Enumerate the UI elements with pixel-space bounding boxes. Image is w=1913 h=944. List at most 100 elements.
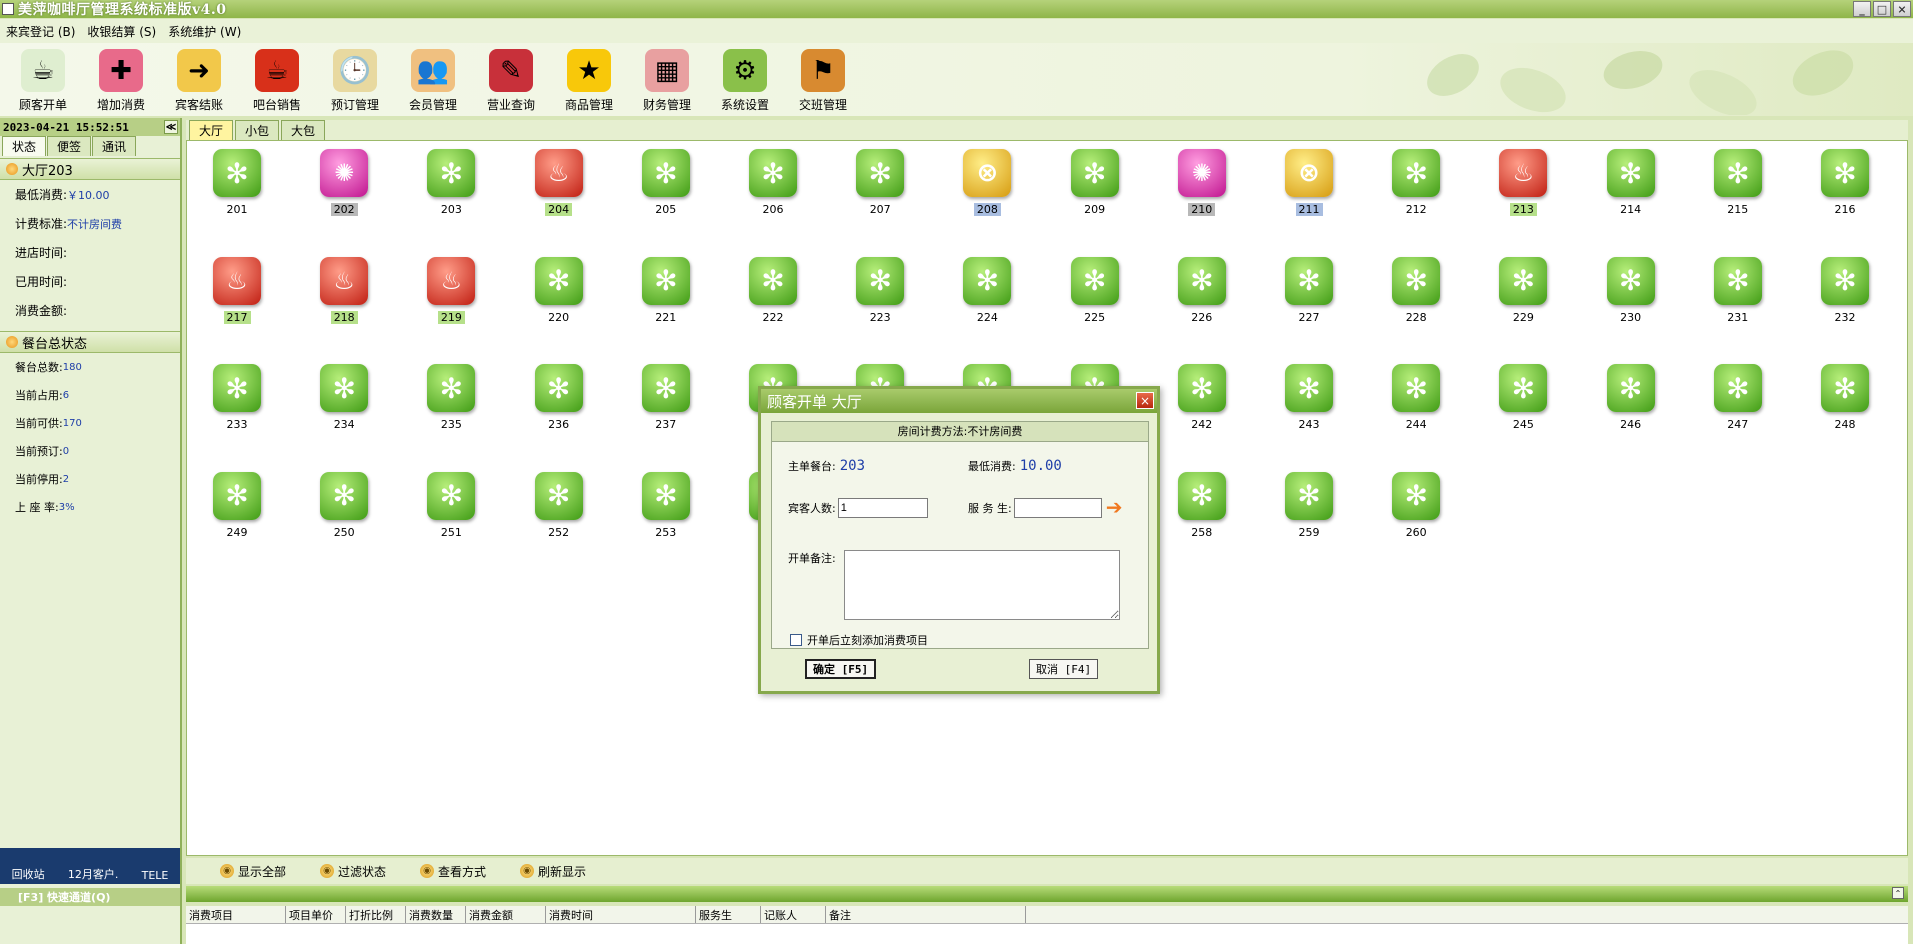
- dialog-close-button[interactable]: ×: [1136, 392, 1154, 409]
- dining-table[interactable]: ♨ 217: [197, 256, 277, 352]
- add-items-checkbox-row[interactable]: 开单后立刻添加消费项目: [790, 632, 928, 648]
- toolbar-button-checkout-arrow[interactable]: ➜ 宾客结账: [160, 43, 238, 113]
- toolbar-button-gear[interactable]: ⚙ 系统设置: [706, 43, 784, 113]
- cancel-button[interactable]: 取消 [F4]: [1029, 659, 1099, 679]
- column-header[interactable]: 服务生: [696, 906, 761, 923]
- toolbar-button-clock[interactable]: 🕒 预订管理: [316, 43, 394, 113]
- toolbar-button-coffee-cup[interactable]: ☕ 顾客开单: [4, 43, 82, 113]
- collapse-icon[interactable]: ≪: [164, 120, 178, 134]
- quick-channel-bar[interactable]: [F3] 快速通道(Q): [0, 888, 180, 906]
- dining-table[interactable]: ✻ 215: [1698, 149, 1778, 244]
- dining-table[interactable]: ✻ 250: [304, 471, 384, 567]
- dining-table[interactable]: ✻ 252: [519, 471, 599, 567]
- note-textarea[interactable]: [844, 550, 1120, 620]
- dining-table[interactable]: ✻ 227: [1269, 256, 1349, 352]
- menu-guest-register[interactable]: 来宾登记 (B): [0, 23, 81, 40]
- dining-table[interactable]: ✻ 207: [840, 149, 920, 244]
- column-header[interactable]: 消费时间: [546, 906, 696, 923]
- toolbar-button-bar-cup[interactable]: ☕ 吧台销售: [238, 43, 316, 113]
- toolbar-button-calculator[interactable]: ▦ 财务管理: [628, 43, 706, 113]
- current-table-section[interactable]: 大厅203: [0, 158, 180, 180]
- minimize-button[interactable]: _: [1853, 1, 1871, 17]
- tab-status[interactable]: 状态: [2, 136, 47, 156]
- dining-table[interactable]: ✻ 236: [519, 364, 599, 459]
- tab-large-room[interactable]: 大包: [281, 120, 326, 140]
- dining-table[interactable]: ♨ 219: [411, 256, 491, 352]
- arrow-right-icon[interactable]: ➔: [1106, 497, 1126, 518]
- column-header[interactable]: 消费项目: [186, 906, 286, 923]
- dining-table[interactable]: ✻ 226: [1162, 256, 1242, 352]
- action-refresh[interactable]: ◉ 刷新显示: [520, 863, 586, 880]
- toolbar-button-members[interactable]: 👥 会员管理: [394, 43, 472, 113]
- dining-table[interactable]: ✻ 251: [411, 471, 491, 567]
- dining-table[interactable]: ✻ 223: [840, 256, 920, 352]
- toolbar-button-chart-query[interactable]: ✎ 营业查询: [472, 43, 550, 113]
- dining-table[interactable]: ✻ 247: [1698, 364, 1778, 459]
- dining-table[interactable]: ✻ 212: [1376, 149, 1456, 244]
- expand-icon[interactable]: ⌃: [1892, 887, 1904, 899]
- action-view-mode[interactable]: ◉ 查看方式: [420, 863, 486, 880]
- dining-table[interactable]: ✻ 237: [626, 364, 706, 459]
- dining-table[interactable]: ✻ 259: [1269, 471, 1349, 567]
- dining-table[interactable]: ✻ 234: [304, 364, 384, 459]
- dining-table[interactable]: ✻ 205: [626, 149, 706, 244]
- toolbar-button-add-plus[interactable]: ✚ 增加消费: [82, 43, 160, 113]
- menu-system[interactable]: 系统维护 (W): [162, 23, 247, 40]
- desktop-recycle-bin[interactable]: 回收站: [12, 866, 45, 882]
- dining-table[interactable]: ✻ 231: [1698, 256, 1778, 352]
- dining-table[interactable]: ✻ 260: [1376, 471, 1456, 567]
- dining-table[interactable]: ✻ 253: [626, 471, 706, 567]
- menu-cashier[interactable]: 收银结算 (S): [81, 23, 162, 40]
- dining-table[interactable]: ♨ 218: [304, 256, 384, 352]
- column-header[interactable]: 记账人: [761, 906, 826, 923]
- maximize-button[interactable]: □: [1873, 1, 1891, 17]
- dining-table[interactable]: ✻ 228: [1376, 256, 1456, 352]
- app-icon[interactable]: [2, 3, 14, 15]
- dining-table[interactable]: ✻ 201: [197, 149, 277, 244]
- dining-table[interactable]: ✻ 245: [1483, 364, 1563, 459]
- dining-table[interactable]: ✻ 225: [1055, 256, 1135, 352]
- dining-table[interactable]: ✻ 222: [733, 256, 813, 352]
- dining-table[interactable]: ⊗ 211: [1269, 149, 1349, 244]
- desktop-file[interactable]: 12月客户.: [68, 866, 119, 882]
- dining-table[interactable]: ✻ 229: [1483, 256, 1563, 352]
- dining-table[interactable]: ✻ 214: [1591, 149, 1671, 244]
- dining-table[interactable]: ✻ 242: [1162, 364, 1242, 459]
- dining-table[interactable]: ✻ 203: [411, 149, 491, 244]
- dining-table[interactable]: ✻ 209: [1055, 149, 1135, 244]
- dining-table[interactable]: ✺ 210: [1162, 149, 1242, 244]
- tab-contacts[interactable]: 通讯: [92, 136, 137, 156]
- dining-table[interactable]: ✻ 258: [1162, 471, 1242, 567]
- add-items-checkbox[interactable]: [790, 634, 802, 646]
- column-header[interactable]: 消费数量: [406, 906, 466, 923]
- dining-table[interactable]: ✻ 216: [1805, 149, 1885, 244]
- toolbar-button-exit-door[interactable]: ⚑ 交班管理: [784, 43, 862, 113]
- tab-notes[interactable]: 便签: [47, 136, 92, 156]
- desktop-tele[interactable]: TELE: [142, 869, 169, 882]
- dining-table[interactable]: ✻ 206: [733, 149, 813, 244]
- guests-input[interactable]: [837, 498, 928, 518]
- column-header[interactable]: 打折比例: [346, 906, 406, 923]
- action-filter[interactable]: ◉ 过滤状态: [320, 863, 386, 880]
- dining-table[interactable]: ✺ 202: [304, 149, 384, 244]
- tab-hall[interactable]: 大厅: [189, 120, 234, 140]
- dining-table[interactable]: ✻ 249: [197, 471, 277, 567]
- toolbar-button-star[interactable]: ★ 商品管理: [550, 43, 628, 113]
- column-header[interactable]: 备注: [826, 906, 1026, 923]
- column-header[interactable]: 消费金额: [466, 906, 546, 923]
- dining-table[interactable]: ✻ 221: [626, 256, 706, 352]
- dining-table[interactable]: ✻ 243: [1269, 364, 1349, 459]
- waiter-input[interactable]: [1013, 498, 1102, 518]
- tab-small-room[interactable]: 小包: [235, 120, 280, 140]
- dining-table[interactable]: ✻ 246: [1591, 364, 1671, 459]
- ok-button[interactable]: 确定 [F5]: [805, 659, 877, 679]
- dining-table[interactable]: ✻ 244: [1376, 364, 1456, 459]
- dining-table[interactable]: ✻ 220: [519, 256, 599, 352]
- status-summary-section[interactable]: 餐台总状态: [0, 331, 180, 353]
- dining-table[interactable]: ✻ 230: [1591, 256, 1671, 352]
- dining-table[interactable]: ✻ 235: [411, 364, 491, 459]
- dining-table[interactable]: ✻ 232: [1805, 256, 1885, 352]
- dining-table[interactable]: ⊗ 208: [947, 149, 1027, 244]
- column-header[interactable]: 项目单价: [286, 906, 346, 923]
- action-show-all[interactable]: ◉ 显示全部: [220, 863, 286, 880]
